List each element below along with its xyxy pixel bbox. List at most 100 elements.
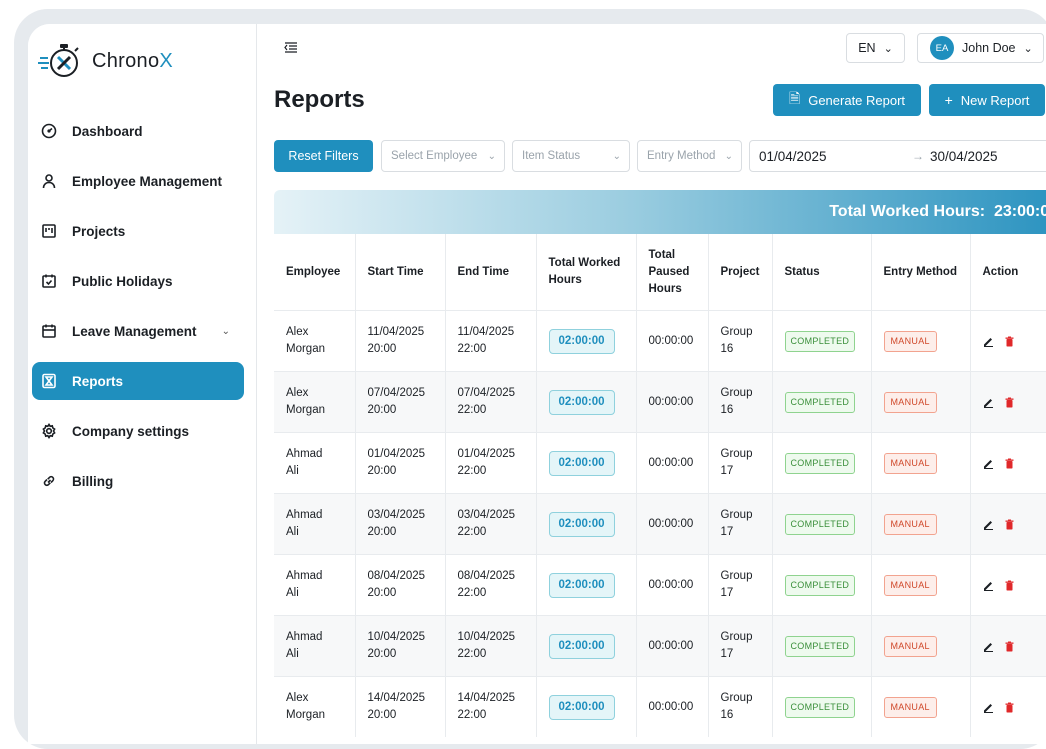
edit-icon[interactable]	[983, 580, 994, 591]
entry-method-badge: MANUAL	[883, 696, 937, 718]
generate-report-button[interactable]: 🗎 Generate Report	[773, 84, 921, 116]
column-header[interactable]: Entry Method	[871, 234, 971, 311]
sidebar-item-public-holidays[interactable]: Public Holidays	[32, 262, 244, 300]
hourglass-icon	[40, 372, 58, 390]
date-range-picker[interactable]: 01/04/2025 → 30/04/2025	[749, 140, 1046, 172]
logo[interactable]: ChronoX	[38, 38, 173, 84]
sidebar-item-employee-management[interactable]: Employee Management	[32, 162, 244, 200]
total-hours-value: 23:00:00	[993, 203, 1046, 220]
status-badge: COMPLETED	[784, 574, 856, 596]
sidebar-item-reports[interactable]: Reports	[32, 362, 244, 400]
arrow-right-icon: →	[912, 149, 924, 163]
date-to[interactable]: 30/04/2025	[930, 149, 998, 164]
delete-icon[interactable]	[1004, 336, 1015, 347]
sidebar-item-label: Public Holidays	[72, 273, 173, 289]
worked-hours-cell: 02:00:00	[536, 615, 637, 677]
column-header[interactable]: Project	[708, 234, 773, 311]
employee-cell: Ahmad Ali	[274, 615, 356, 677]
project-cell: Group 17	[708, 615, 773, 677]
project-cell: Group 16	[708, 310, 773, 372]
delete-icon[interactable]	[1004, 458, 1015, 469]
column-header[interactable]: Start Time	[355, 234, 446, 311]
sidebar-item-dashboard[interactable]: Dashboard	[32, 112, 244, 150]
end-time-cell: 14/04/2025 22:00	[445, 676, 537, 737]
calendar-icon	[40, 322, 58, 340]
entry-method-badge: MANUAL	[883, 330, 937, 352]
worked-hours-cell: 02:00:00	[536, 554, 637, 616]
entry-method-select[interactable]: Entry Method ⌄	[637, 140, 742, 172]
language-selector[interactable]: EN ⌄	[846, 33, 905, 63]
entry-method-badge: MANUAL	[883, 391, 937, 413]
end-time-cell: 08/04/2025 22:00	[445, 554, 537, 616]
sidebar-item-leave-management[interactable]: Leave Management ⌄	[32, 312, 244, 350]
column-header[interactable]: Total Paused Hours	[636, 234, 709, 311]
calendar-check-icon	[40, 272, 58, 290]
edit-icon[interactable]	[983, 702, 994, 713]
delete-icon[interactable]	[1004, 580, 1015, 591]
edit-icon[interactable]	[983, 458, 994, 469]
employee-cell: Alex Morgan	[274, 371, 356, 433]
delete-icon[interactable]	[1004, 702, 1015, 713]
status-cell: COMPLETED	[772, 371, 872, 433]
reset-filters-button[interactable]: Reset Filters	[274, 140, 373, 172]
start-time-cell: 08/04/2025 20:00	[355, 554, 446, 616]
document-icon: 🗎	[788, 90, 801, 106]
plus-icon: +	[944, 92, 953, 108]
main-content: EN ⌄ EA John Doe ⌄ Reports 🗎 Generate Re…	[257, 24, 1046, 744]
sidebar-item-label: Employee Management	[72, 173, 223, 189]
sidebar-item-label: Leave Management	[72, 323, 197, 339]
worked-hours-cell: 02:00:00	[536, 676, 637, 737]
column-header[interactable]: Employee	[274, 234, 356, 311]
project-cell: Group 17	[708, 493, 773, 555]
worked-hours-cell: 02:00:00	[536, 310, 637, 372]
user-menu[interactable]: EA John Doe ⌄	[917, 33, 1044, 63]
start-time-cell: 11/04/2025 20:00	[355, 310, 446, 372]
delete-icon[interactable]	[1004, 397, 1015, 408]
sidebar-item-company-settings[interactable]: Company settings	[32, 412, 244, 450]
table-row: Alex Morgan 11/04/2025 20:00 11/04/2025 22:…	[274, 310, 1046, 372]
column-header[interactable]: End Time	[445, 234, 537, 311]
column-header[interactable]: Status	[772, 234, 872, 311]
action-cell	[970, 493, 1046, 555]
sidebar-item-projects[interactable]: Projects	[32, 212, 244, 250]
column-header[interactable]: Total Worked Hours	[536, 234, 637, 311]
total-hours-banner: Total Worked Hours: 23:00:00	[274, 190, 1046, 234]
entry-method-cell: MANUAL	[871, 615, 971, 677]
worked-hours-cell: 02:00:00	[536, 371, 637, 433]
date-from[interactable]: 01/04/2025	[759, 149, 827, 164]
menu-collapse-icon[interactable]	[284, 40, 298, 54]
chevron-down-icon: ⌄	[724, 150, 733, 162]
entry-method-badge: MANUAL	[883, 574, 937, 596]
paused-hours-cell: 00:00:00	[636, 615, 709, 677]
status-badge: COMPLETED	[784, 513, 856, 535]
status-cell: COMPLETED	[772, 432, 872, 494]
projects-icon	[40, 222, 58, 240]
status-select[interactable]: Item Status ⌄	[512, 140, 630, 172]
new-report-button[interactable]: + New Report	[929, 84, 1045, 116]
action-cell	[970, 310, 1046, 372]
paused-hours-cell: 00:00:00	[636, 432, 709, 494]
status-cell: COMPLETED	[772, 493, 872, 555]
edit-icon[interactable]	[983, 519, 994, 530]
sidebar-item-label: Dashboard	[72, 123, 143, 139]
edit-icon[interactable]	[983, 336, 994, 347]
worked-hours-cell: 02:00:00	[536, 432, 637, 494]
start-time-cell: 07/04/2025 20:00	[355, 371, 446, 433]
stopwatch-logo-icon	[38, 44, 79, 77]
edit-icon[interactable]	[983, 641, 994, 652]
dashboard-icon	[40, 122, 58, 140]
delete-icon[interactable]	[1004, 641, 1015, 652]
entry-method-cell: MANUAL	[871, 432, 971, 494]
employee-cell: Ahmad Ali	[274, 432, 356, 494]
employee-select[interactable]: Select Employee ⌄	[381, 140, 505, 172]
worked-hours-badge: 02:00:00	[548, 694, 615, 720]
link-icon	[40, 472, 58, 490]
delete-icon[interactable]	[1004, 519, 1015, 530]
worked-hours-badge: 02:00:00	[548, 572, 615, 598]
entry-method-cell: MANUAL	[871, 493, 971, 555]
table-row: Alex Morgan 07/04/2025 20:00 07/04/2025 22:…	[274, 371, 1046, 433]
table-row: Alex Morgan 14/04/2025 20:00 14/04/2025 22:…	[274, 676, 1046, 737]
sidebar-item-billing[interactable]: Billing	[32, 462, 244, 500]
edit-icon[interactable]	[983, 397, 994, 408]
start-time-cell: 10/04/2025 20:00	[355, 615, 446, 677]
